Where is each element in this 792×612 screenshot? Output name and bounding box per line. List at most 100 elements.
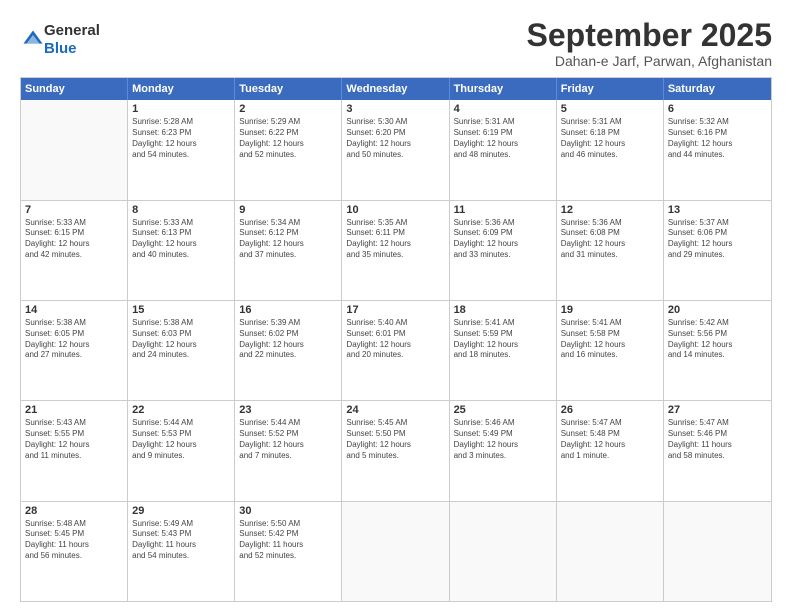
cell-info-line: Daylight: 11 hours: [668, 440, 767, 451]
cell-info-line: Daylight: 12 hours: [132, 340, 230, 351]
calendar-cell: 5Sunrise: 5:31 AMSunset: 6:18 PMDaylight…: [557, 100, 664, 199]
calendar-row-4: 28Sunrise: 5:48 AMSunset: 5:45 PMDayligh…: [21, 502, 771, 601]
calendar-cell: 15Sunrise: 5:38 AMSunset: 6:03 PMDayligh…: [128, 301, 235, 400]
day-number: 17: [346, 304, 444, 316]
location: Dahan-e Jarf, Parwan, Afghanistan: [527, 53, 772, 69]
weekday-header-friday: Friday: [557, 78, 664, 100]
cell-info-line: Daylight: 12 hours: [668, 340, 767, 351]
day-number: 18: [454, 304, 552, 316]
day-number: 15: [132, 304, 230, 316]
day-number: 23: [239, 404, 337, 416]
cell-info-line: Sunset: 5:55 PM: [25, 429, 123, 440]
cell-info-line: and 42 minutes.: [25, 250, 123, 261]
cell-info-line: and 50 minutes.: [346, 150, 444, 161]
day-number: 2: [239, 103, 337, 115]
cell-info-line: Daylight: 12 hours: [668, 239, 767, 250]
cell-info-line: and 14 minutes.: [668, 350, 767, 361]
header: General Blue September 2025 Dahan-e Jarf…: [20, 18, 772, 69]
day-number: 28: [25, 505, 123, 517]
day-number: 1: [132, 103, 230, 115]
cell-info-line: Sunrise: 5:38 AM: [25, 318, 123, 329]
cell-info-line: Sunrise: 5:34 AM: [239, 218, 337, 229]
calendar-cell: 22Sunrise: 5:44 AMSunset: 5:53 PMDayligh…: [128, 401, 235, 500]
cell-info-line: Sunset: 5:48 PM: [561, 429, 659, 440]
cell-info-line: and 33 minutes.: [454, 250, 552, 261]
calendar-cell: 20Sunrise: 5:42 AMSunset: 5:56 PMDayligh…: [664, 301, 771, 400]
cell-info-line: Sunrise: 5:49 AM: [132, 519, 230, 530]
cell-info-line: Sunset: 6:01 PM: [346, 329, 444, 340]
calendar-cell: 11Sunrise: 5:36 AMSunset: 6:09 PMDayligh…: [450, 201, 557, 300]
cell-info-line: Sunrise: 5:33 AM: [132, 218, 230, 229]
cell-info-line: and 5 minutes.: [346, 451, 444, 462]
calendar-cell: 1Sunrise: 5:28 AMSunset: 6:23 PMDaylight…: [128, 100, 235, 199]
cell-info-line: Sunset: 6:05 PM: [25, 329, 123, 340]
day-number: 16: [239, 304, 337, 316]
cell-info-line: and 22 minutes.: [239, 350, 337, 361]
cell-info-line: and 46 minutes.: [561, 150, 659, 161]
logo-text: General Blue: [44, 22, 100, 58]
cell-info-line: Daylight: 11 hours: [239, 540, 337, 551]
calendar-row-0: 1Sunrise: 5:28 AMSunset: 6:23 PMDaylight…: [21, 100, 771, 200]
cell-info-line: Sunset: 6:03 PM: [132, 329, 230, 340]
day-number: 22: [132, 404, 230, 416]
cell-info-line: Sunrise: 5:40 AM: [346, 318, 444, 329]
cell-info-line: Sunset: 6:06 PM: [668, 228, 767, 239]
calendar-cell: 7Sunrise: 5:33 AMSunset: 6:15 PMDaylight…: [21, 201, 128, 300]
cell-info-line: Sunset: 6:12 PM: [239, 228, 337, 239]
day-number: 13: [668, 204, 767, 216]
calendar-cell: 10Sunrise: 5:35 AMSunset: 6:11 PMDayligh…: [342, 201, 449, 300]
weekday-header-saturday: Saturday: [664, 78, 771, 100]
logo-general: General: [44, 22, 100, 40]
weekday-header-monday: Monday: [128, 78, 235, 100]
day-number: 11: [454, 204, 552, 216]
cell-info-line: Sunrise: 5:32 AM: [668, 117, 767, 128]
cell-info-line: Sunset: 6:22 PM: [239, 128, 337, 139]
day-number: 29: [132, 505, 230, 517]
day-number: 7: [25, 204, 123, 216]
cell-info-line: Daylight: 12 hours: [25, 440, 123, 451]
cell-info-line: Sunset: 5:59 PM: [454, 329, 552, 340]
cell-info-line: Daylight: 12 hours: [454, 239, 552, 250]
calendar-header: SundayMondayTuesdayWednesdayThursdayFrid…: [21, 78, 771, 100]
day-number: 14: [25, 304, 123, 316]
cell-info-line: Daylight: 12 hours: [346, 440, 444, 451]
cell-info-line: and 52 minutes.: [239, 551, 337, 562]
cell-info-line: Daylight: 12 hours: [239, 239, 337, 250]
calendar-cell: 4Sunrise: 5:31 AMSunset: 6:19 PMDaylight…: [450, 100, 557, 199]
cell-info-line: Sunrise: 5:47 AM: [561, 418, 659, 429]
cell-info-line: and 27 minutes.: [25, 350, 123, 361]
cell-info-line: and 44 minutes.: [668, 150, 767, 161]
cell-info-line: and 31 minutes.: [561, 250, 659, 261]
cell-info-line: Sunrise: 5:43 AM: [25, 418, 123, 429]
calendar-row-3: 21Sunrise: 5:43 AMSunset: 5:55 PMDayligh…: [21, 401, 771, 501]
calendar-cell: 6Sunrise: 5:32 AMSunset: 6:16 PMDaylight…: [664, 100, 771, 199]
calendar-cell: 28Sunrise: 5:48 AMSunset: 5:45 PMDayligh…: [21, 502, 128, 601]
cell-info-line: Sunrise: 5:35 AM: [346, 218, 444, 229]
day-number: 26: [561, 404, 659, 416]
calendar-cell: 26Sunrise: 5:47 AMSunset: 5:48 PMDayligh…: [557, 401, 664, 500]
cell-info-line: Sunrise: 5:30 AM: [346, 117, 444, 128]
calendar-cell: 12Sunrise: 5:36 AMSunset: 6:08 PMDayligh…: [557, 201, 664, 300]
calendar-cell: 16Sunrise: 5:39 AMSunset: 6:02 PMDayligh…: [235, 301, 342, 400]
weekday-header-thursday: Thursday: [450, 78, 557, 100]
cell-info-line: Sunset: 6:09 PM: [454, 228, 552, 239]
cell-info-line: Sunset: 5:45 PM: [25, 529, 123, 540]
calendar: SundayMondayTuesdayWednesdayThursdayFrid…: [20, 77, 772, 602]
cell-info-line: and 3 minutes.: [454, 451, 552, 462]
cell-info-line: and 29 minutes.: [668, 250, 767, 261]
cell-info-line: Sunrise: 5:39 AM: [239, 318, 337, 329]
cell-info-line: Sunset: 5:56 PM: [668, 329, 767, 340]
cell-info-line: Sunrise: 5:29 AM: [239, 117, 337, 128]
cell-info-line: and 9 minutes.: [132, 451, 230, 462]
cell-info-line: Sunrise: 5:47 AM: [668, 418, 767, 429]
cell-info-line: Daylight: 12 hours: [239, 440, 337, 451]
calendar-cell: 9Sunrise: 5:34 AMSunset: 6:12 PMDaylight…: [235, 201, 342, 300]
cell-info-line: Sunrise: 5:44 AM: [239, 418, 337, 429]
cell-info-line: Daylight: 12 hours: [346, 239, 444, 250]
day-number: 30: [239, 505, 337, 517]
cell-info-line: Sunset: 6:08 PM: [561, 228, 659, 239]
calendar-cell: [342, 502, 449, 601]
day-number: 20: [668, 304, 767, 316]
cell-info-line: and 58 minutes.: [668, 451, 767, 462]
cell-info-line: Sunset: 6:20 PM: [346, 128, 444, 139]
